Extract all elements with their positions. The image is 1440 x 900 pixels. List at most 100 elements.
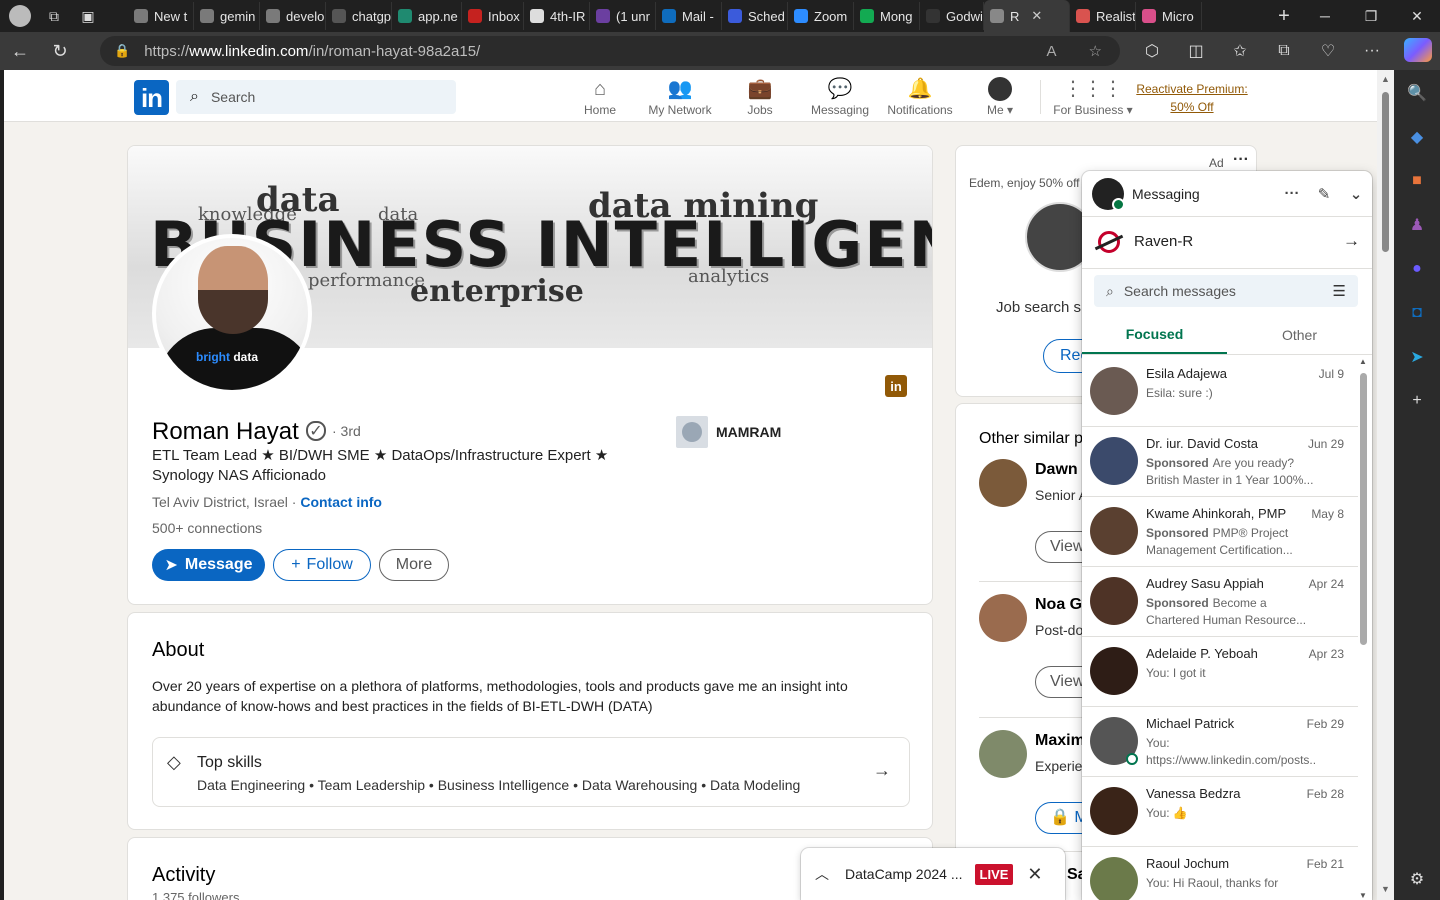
favorites-icon[interactable]: ✩ [1222, 36, 1258, 66]
refresh-button[interactable]: ↻ [40, 32, 80, 70]
profile-photo[interactable]: bright data [152, 234, 312, 394]
top-skills-box[interactable]: ◇ Top skills Data Engineering • Team Lea… [152, 737, 910, 807]
send-icon[interactable]: ➤ [1404, 344, 1430, 370]
address-bar-row: ← ↻ 🔒 https://www.linkedin.com/in/roman-… [0, 32, 1440, 70]
browser-tab[interactable]: Inbox [462, 2, 524, 30]
tab-other[interactable]: Other [1227, 315, 1372, 354]
live-event-bar[interactable]: ︿ DataCamp 2024 ... LIVE ✕ [801, 848, 1065, 900]
scroll-down-icon[interactable]: ▼ [1359, 891, 1367, 900]
games-icon[interactable]: ♟ [1404, 212, 1430, 238]
browser-tab[interactable]: Mong [854, 2, 920, 30]
compose-icon[interactable]: ✎ [1308, 185, 1340, 203]
search-icon[interactable]: 🔍 [1404, 80, 1430, 106]
browser-tab[interactable]: Realist [1070, 2, 1136, 30]
collections-icon[interactable]: ⧉ [1266, 36, 1302, 66]
messaging-header[interactable]: Messaging ··· ✎ ⌄ [1082, 171, 1372, 217]
conversation-item[interactable]: Michael Patrick Feb 29 You: https://www.li… [1082, 707, 1358, 777]
filter-icon[interactable]: ☰ [1333, 282, 1346, 300]
url-field[interactable]: 🔒 https://www.linkedin.com/in/roman-haya… [100, 36, 1120, 66]
copilot-sidebar-icon[interactable]: ● [1404, 256, 1430, 282]
browser-tab[interactable]: Zoom [788, 2, 854, 30]
read-aloud-icon[interactable]: A [1047, 43, 1057, 60]
extensions-icon[interactable]: ⬡ [1134, 36, 1170, 66]
contact-info-link[interactable]: Contact info [300, 494, 382, 510]
browser-tab[interactable]: R ✕ [984, 0, 1070, 32]
add-sidebar-icon[interactable]: + [1404, 388, 1430, 414]
scroll-down-icon[interactable]: ▼ [1381, 884, 1390, 894]
browser-tab[interactable]: app.ne [392, 2, 462, 30]
scroll-thumb[interactable] [1382, 92, 1389, 252]
settings-more-icon[interactable]: ··· [1354, 36, 1390, 66]
browser-tab[interactable]: gemin [194, 2, 260, 30]
browser-tab[interactable]: develo [260, 2, 326, 30]
conversation-item[interactable]: Kwame Ahinkorah, PMP May 8 Sponsored PMP® P… [1082, 497, 1358, 567]
linkedin-logo-icon[interactable]: in [134, 80, 169, 115]
sidebar-settings-icon[interactable]: ⚙ [1404, 866, 1430, 892]
close-icon[interactable]: ✕ [1027, 864, 1042, 885]
browser-essentials-icon[interactable]: ♡ [1310, 36, 1346, 66]
tab-focused[interactable]: Focused [1082, 315, 1227, 354]
browser-tab[interactable]: Godwi [920, 2, 984, 30]
search-input[interactable]: ⌕ Search [176, 80, 456, 114]
tab-label: Realist [1096, 8, 1136, 24]
back-button[interactable]: ← [0, 32, 40, 70]
browser-tab[interactable]: (1 unr [590, 2, 656, 30]
page-scrollbar[interactable]: ▲ ▼ [1377, 70, 1394, 900]
chevron-down-icon[interactable]: ⌄ [1340, 185, 1372, 203]
close-tab-icon[interactable]: ✕ [1031, 8, 1042, 24]
messaging-scrollbar[interactable]: ▲ ▼ [1358, 357, 1370, 900]
browser-tab[interactable]: Mail - [656, 2, 722, 30]
chevron-up-icon[interactable]: ︿ [815, 864, 829, 884]
browser-tab[interactable]: chatgp [326, 2, 392, 30]
follow-button[interactable]: + Follow [273, 549, 371, 581]
favorite-star-icon[interactable]: ☆ [1089, 42, 1102, 60]
scroll-up-icon[interactable]: ▲ [1359, 357, 1367, 366]
url-text: https://www.linkedin.com/in/roman-hayat-… [144, 43, 480, 60]
nav-me[interactable]: Me ▾ [960, 74, 1040, 120]
split-screen-icon[interactable]: ◫ [1178, 36, 1214, 66]
avatar [1090, 857, 1138, 900]
more-button[interactable]: More [379, 549, 449, 581]
minimize-button[interactable]: ─ [1302, 0, 1348, 32]
outlook-icon[interactable]: ◘ [1404, 300, 1430, 326]
conversation-item[interactable]: Raoul Jochum Feb 21 You: Hi Raoul, thanks … [1082, 847, 1358, 900]
current-company[interactable]: MAMRAM [676, 416, 781, 448]
browser-tab[interactable]: Micro [1136, 2, 1202, 30]
close-window-button[interactable]: ✕ [1394, 0, 1440, 32]
nav-home[interactable]: ⌂ Home [560, 74, 640, 120]
page-switcher[interactable]: Raven-R → [1082, 217, 1372, 269]
nav-jobs[interactable]: 💼 Jobs [720, 74, 800, 120]
avatar [1090, 787, 1138, 835]
linkedin-badge-icon[interactable]: in [885, 375, 907, 397]
conversation-item[interactable]: Audrey Sasu Appiah Apr 24 Sponsored Become … [1082, 567, 1358, 637]
new-tab-button[interactable]: + [1266, 2, 1302, 30]
nav-messaging[interactable]: 💬 Messaging [800, 74, 880, 120]
nav-notifications[interactable]: 🔔 Notifications [880, 74, 960, 120]
browser-tab[interactable]: 4th-IR [524, 2, 590, 30]
tab-actions-icon[interactable]: ▣ [76, 4, 100, 28]
scroll-thumb[interactable] [1360, 373, 1367, 645]
message-button[interactable]: ➤ Message [152, 549, 265, 581]
tools-briefcase-icon[interactable]: ■ [1404, 168, 1430, 194]
reactivate-premium-link[interactable]: Reactivate Premium: 50% Off [1136, 80, 1248, 116]
shopping-tag-icon[interactable]: ◆ [1404, 124, 1430, 150]
nav-my-network[interactable]: 👥 My Network [640, 74, 720, 120]
scroll-up-icon[interactable]: ▲ [1381, 74, 1390, 84]
search-messages-input[interactable]: ⌕ Search messages ☰ [1094, 275, 1358, 307]
conversation-item[interactable]: Esila Adajewa Jul 9 Esila: sure :) [1082, 357, 1358, 427]
conversation-item[interactable]: Dr. iur. David Costa Jun 29 Sponsored Are y… [1082, 427, 1358, 497]
verified-shield-icon[interactable]: ✓ [306, 421, 326, 441]
profile-icon[interactable] [8, 4, 32, 28]
copilot-icon[interactable] [1404, 38, 1432, 62]
conversation-item[interactable]: Adelaide P. Yeboah Apr 23 You: I got it [1082, 637, 1358, 707]
ad-options-icon[interactable]: ··· [1233, 151, 1249, 169]
conversation-item[interactable]: Vanessa Bedzra Feb 28 You: 👍 [1082, 777, 1358, 847]
restore-button[interactable]: ❐ [1348, 0, 1394, 32]
top-skills-title: Top skills [197, 754, 262, 771]
browser-tab[interactable]: Sched [722, 2, 788, 30]
browser-tab[interactable]: New t [128, 2, 194, 30]
more-options-icon[interactable]: ··· [1276, 185, 1308, 202]
nav-for-business[interactable]: ⋮⋮⋮ For Business ▾ [1041, 74, 1145, 120]
workspaces-icon[interactable]: ⧉ [42, 4, 66, 28]
tab-label: Zoom [814, 8, 848, 24]
